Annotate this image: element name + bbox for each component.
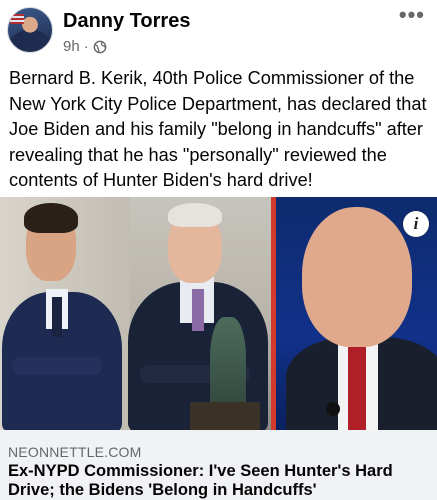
info-icon[interactable]: i <box>403 211 429 237</box>
photo-person-right-head <box>302 207 412 347</box>
link-preview-image[interactable]: i <box>0 197 437 430</box>
photo-microphone <box>326 402 340 416</box>
photo-right: i <box>276 197 437 430</box>
flag-decoration <box>10 14 24 24</box>
link-headline[interactable]: Ex-NYPD Commissioner: I've Seen Hunter's… <box>8 462 433 500</box>
photo-plaque <box>190 402 260 430</box>
link-domain: NEONNETTLE.COM <box>8 444 142 460</box>
author-name[interactable]: Danny Torres <box>63 10 190 33</box>
link-preview-footer[interactable]: NEONNETTLE.COM Ex-NYPD Commissioner: I'v… <box>0 430 437 500</box>
avatar[interactable] <box>7 7 53 53</box>
meta-separator: · <box>83 38 89 55</box>
photo-person-right-tie <box>348 347 366 430</box>
post-text: Bernard B. Kerik, 40th Police Commission… <box>9 68 427 190</box>
post-header: Danny Torres 9h · ••• <box>0 0 437 62</box>
more-options-icon[interactable]: ••• <box>399 4 425 26</box>
globe-icon[interactable] <box>93 40 107 54</box>
photo-left <box>0 197 271 430</box>
post-time[interactable]: 9h <box>63 38 80 55</box>
post-meta: 9h · <box>63 38 107 55</box>
